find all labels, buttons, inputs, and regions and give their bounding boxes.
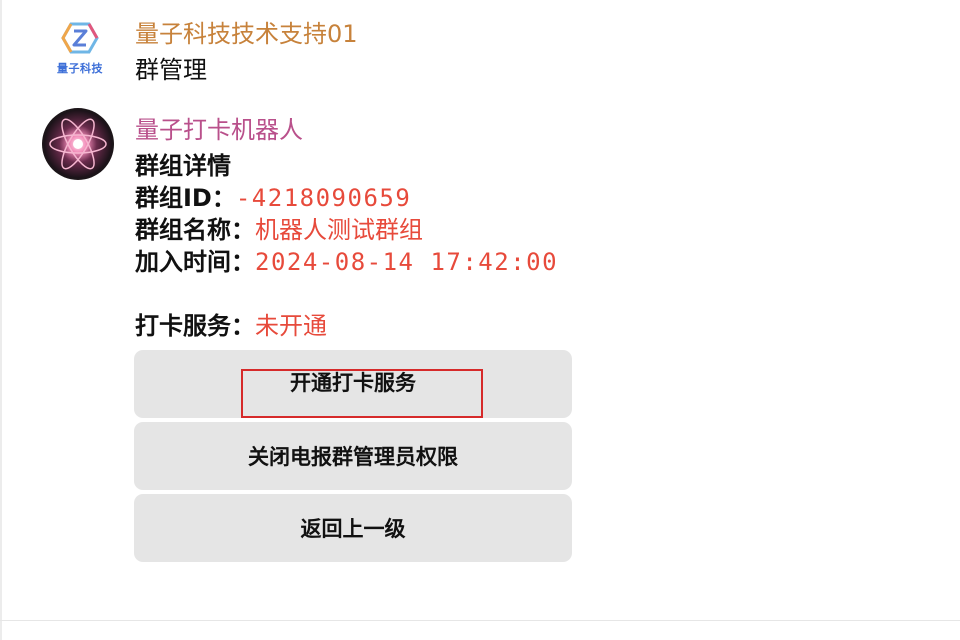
sender-name[interactable]: 量子科技技术支持01 xyxy=(135,14,358,49)
button-label: 返回上一级 xyxy=(300,517,406,541)
join-time-row: 加入时间：2024-08-14 17:42:00 xyxy=(135,242,558,277)
group-id-row: 群组ID：-4218090659 xyxy=(135,178,411,213)
group-name-row: 群组名称：机器人测试群组 xyxy=(135,210,423,245)
bot-avatar[interactable] xyxy=(42,108,114,180)
enable-checkin-service-button[interactable]: 开通打卡服务 xyxy=(134,350,572,418)
quantum-tech-logo-icon xyxy=(61,22,99,54)
button-label: 开通打卡服务 xyxy=(290,371,416,395)
group-name-label: 群组名称： xyxy=(135,216,255,244)
revoke-admin-permission-button[interactable]: 关闭电报群管理员权限 xyxy=(134,422,572,490)
support-avatar[interactable]: 量子科技 xyxy=(44,18,116,80)
atom-avatar-icon xyxy=(42,108,114,180)
service-status-value: 未开通 xyxy=(255,312,327,340)
group-name-value[interactable]: 机器人测试群组 xyxy=(255,216,423,244)
avatar-brand-text: 量子科技 xyxy=(57,62,103,75)
divider xyxy=(0,620,960,621)
join-time-value[interactable]: 2024-08-14 17:42:00 xyxy=(255,248,558,276)
message-text: 群管理 xyxy=(135,56,207,84)
details-title: 群组详情 xyxy=(135,152,231,180)
service-status-row: 打卡服务：未开通 xyxy=(135,306,327,341)
back-button[interactable]: 返回上一级 xyxy=(134,494,572,562)
button-label: 关闭电报群管理员权限 xyxy=(248,445,458,469)
group-id-label: 群组ID： xyxy=(135,184,236,212)
sender-name[interactable]: 量子打卡机器人 xyxy=(135,110,303,145)
join-time-label: 加入时间： xyxy=(135,248,255,276)
group-id-value[interactable]: -4218090659 xyxy=(236,184,411,212)
service-label: 打卡服务： xyxy=(135,312,255,340)
window-left-border xyxy=(0,0,2,640)
